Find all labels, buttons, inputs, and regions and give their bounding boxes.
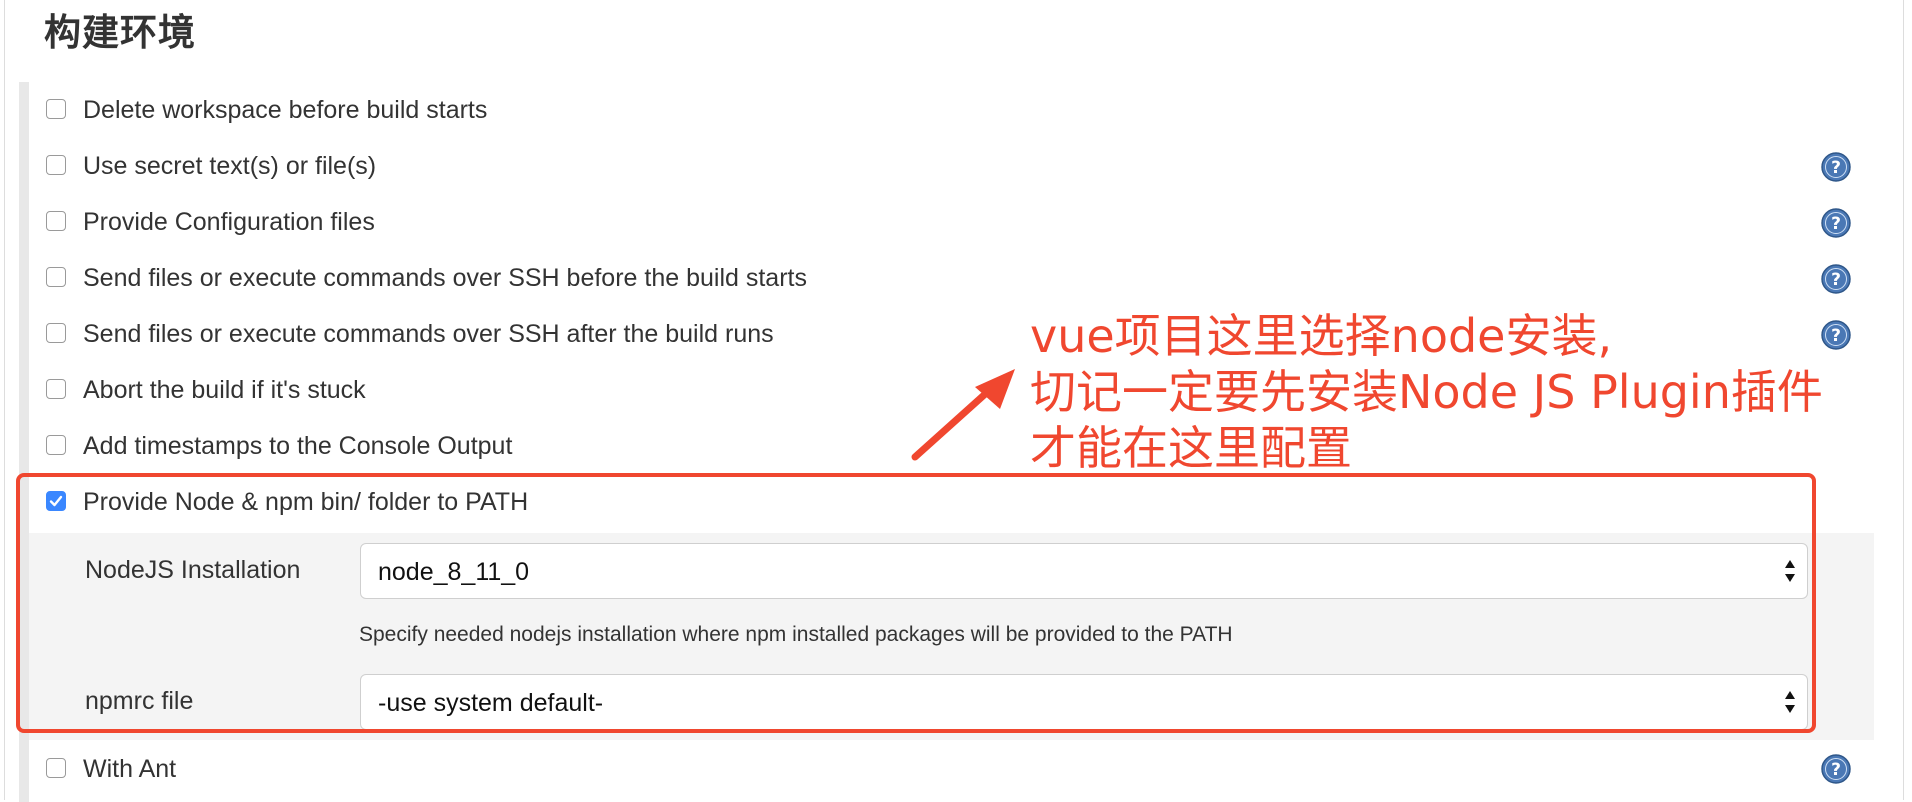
option-ssh-before-build[interactable]: Send files or execute commands over SSH …	[46, 259, 1846, 299]
annotation-line: vue项目这里选择node安装,	[1030, 309, 1613, 363]
help-icon[interactable]: ?	[1821, 320, 1851, 350]
checkbox[interactable]	[46, 99, 66, 119]
checkmark-icon	[49, 495, 63, 507]
checkbox[interactable]	[46, 155, 66, 175]
help-icon[interactable]: ?	[1821, 208, 1851, 238]
select-value: -use system default-	[378, 689, 604, 717]
svg-text:?: ?	[1831, 326, 1841, 346]
help-icon[interactable]: ?	[1821, 264, 1851, 294]
checkbox[interactable]	[46, 758, 66, 778]
nodejs-installation-select[interactable]: node_8_11_0	[360, 543, 1808, 599]
option-label: With Ant	[83, 755, 177, 783]
section-title: 构建环境	[44, 12, 196, 53]
checkbox[interactable]	[46, 211, 66, 231]
annotation-arrow-icon	[911, 369, 1015, 461]
help-icon[interactable]: ?	[1821, 152, 1851, 182]
annotation-text: vue项目这里选择node安装, 切记一定要先安装Node JS Plugin插…	[1030, 308, 1823, 476]
option-label: Delete workspace before build starts	[83, 96, 488, 124]
option-label: Send files or execute commands over SSH …	[83, 320, 774, 348]
option-label: Abort the build if it's stuck	[83, 376, 366, 404]
option-label: Use secret text(s) or file(s)	[83, 152, 377, 180]
option-with-ant[interactable]: With Ant	[46, 750, 1846, 790]
option-label: Send files or execute commands over SSH …	[83, 264, 807, 292]
option-provide-config-files[interactable]: Provide Configuration files	[46, 203, 1846, 243]
help-icon[interactable]: ?	[1821, 754, 1851, 784]
checkbox[interactable]	[46, 435, 66, 455]
annotation-line: 切记一定要先安装Node JS Plugin插件	[1030, 365, 1823, 419]
checkbox[interactable]	[46, 323, 66, 343]
option-provide-node-npm[interactable]: Provide Node & npm bin/ folder to PATH	[46, 483, 1846, 523]
svg-text:?: ?	[1831, 270, 1841, 290]
svg-text:?: ?	[1831, 760, 1841, 780]
option-label: Provide Configuration files	[83, 208, 375, 236]
checkbox[interactable]	[46, 379, 66, 399]
svg-text:?: ?	[1831, 214, 1841, 234]
select-arrows-icon	[1785, 560, 1795, 582]
option-label: Provide Node & npm bin/ folder to PATH	[83, 488, 529, 516]
option-delete-workspace[interactable]: Delete workspace before build starts	[46, 91, 1846, 131]
npmrc-file-label: npmrc file	[85, 687, 194, 715]
npmrc-file-select[interactable]: -use system default-	[360, 674, 1808, 730]
nodejs-installation-label: NodeJS Installation	[85, 556, 301, 584]
annotation-line: 才能在这里配置	[1030, 421, 1352, 475]
option-use-secret[interactable]: Use secret text(s) or file(s)	[46, 147, 1846, 187]
svg-text:?: ?	[1831, 158, 1841, 178]
nodejs-installation-hint: Specify needed nodejs installation where…	[359, 623, 1233, 646]
select-arrows-icon	[1785, 691, 1795, 713]
section-left-bar	[19, 82, 29, 802]
select-value: node_8_11_0	[378, 558, 530, 586]
option-label: Add timestamps to the Console Output	[83, 432, 513, 460]
checkbox-checked[interactable]	[46, 491, 66, 511]
checkbox[interactable]	[46, 267, 66, 287]
